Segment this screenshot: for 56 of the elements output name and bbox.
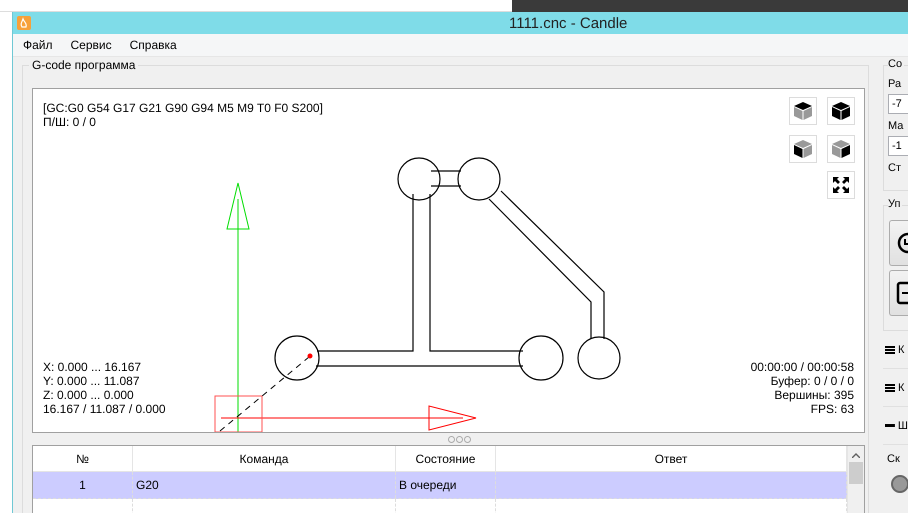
field-label: Ма — [888, 120, 904, 132]
table-row[interactable]: 1 G20 В очереди — [33, 472, 847, 499]
column-header[interactable]: № — [33, 446, 133, 471]
table-cell: G20 — [133, 472, 396, 498]
table-cell: В очереди — [396, 472, 496, 498]
stats-text: 00:00:00 / 00:00:58 — [750, 360, 854, 374]
section-title[interactable]: К — [898, 382, 904, 394]
scroll-up-icon[interactable] — [852, 453, 860, 458]
section-title[interactable]: К — [898, 344, 904, 356]
3d-viewer[interactable]: [GC:G0 G54 G17 G21 G90 G94 M5 M9 T0 F0 S200] П/Ш: 0 / 0 X: 0.000 ... 16.167 Y: 0.000 ... 11.087 Z: 0.000 ... 0.000 16.167 / 11.087 / 0.000 00:00:00 / 00:00:58 Буфер: 0 / 0 / 0 Вершины: 395 FPS: 63 — [32, 88, 865, 433]
bounds-text: X: 0.000 ... 16.167 — [43, 360, 142, 374]
table-cell: 1 — [33, 472, 133, 498]
stats-text: Вершины: 395 — [773, 388, 854, 402]
view-button[interactable] — [789, 135, 817, 163]
control-button[interactable] — [889, 220, 908, 266]
menu-item[interactable]: Файл — [19, 38, 61, 52]
tool-box — [214, 396, 262, 432]
status-text: [GC:G0 G54 G17 G21 G90 G94 M5 M9 T0 F0 S200] — [43, 101, 323, 115]
section-title[interactable]: Ш — [898, 420, 908, 432]
stats-text: Буфер: 0 / 0 / 0 — [770, 374, 854, 388]
group-title: G-code программа — [29, 58, 138, 72]
menu-item[interactable]: Сервис — [66, 38, 120, 52]
stats-text: FPS: 63 — [810, 402, 854, 416]
circle-icon — [896, 232, 908, 254]
status-label: Ст — [888, 162, 902, 174]
cube-view-icon — [831, 139, 851, 159]
field-label: Ра — [888, 78, 902, 90]
bounds-text: 16.167 / 11.087 / 0.000 — [43, 402, 166, 416]
column-header[interactable]: Состояние — [396, 446, 496, 471]
slider-knob[interactable] — [891, 475, 908, 493]
bounds-text: Y: 0.000 ... 11.087 — [43, 374, 141, 388]
column-header[interactable]: Команда — [133, 446, 396, 471]
square-icon — [896, 281, 908, 305]
scrollbar-thumb[interactable] — [849, 462, 863, 484]
menu-item[interactable]: Справка — [126, 38, 185, 52]
view-button[interactable] — [827, 135, 855, 163]
menu-icon[interactable] — [885, 344, 895, 354]
expand-icon — [832, 176, 850, 194]
field-label: Ск — [887, 453, 901, 465]
cube-view-icon — [793, 101, 813, 121]
view-button[interactable] — [789, 97, 817, 125]
group-title: Уп — [888, 198, 902, 210]
menu-icon[interactable] — [885, 382, 895, 392]
cube-view-icon — [793, 139, 813, 159]
cube-view-icon — [831, 101, 851, 121]
status-text: П/Ш: 0 / 0 — [43, 115, 97, 129]
flame-icon — [17, 16, 31, 30]
control-button[interactable] — [889, 270, 908, 316]
input-field[interactable]: -7 — [888, 94, 908, 114]
window-title: 1111.cnc - Candle — [509, 14, 628, 32]
group-title: Со — [888, 58, 904, 70]
bounds-text: Z: 0.000 ... 0.000 — [43, 388, 135, 402]
fit-view-button[interactable] — [827, 171, 855, 199]
input-field[interactable]: -1 — [888, 136, 908, 156]
tool-position-dot — [308, 354, 312, 358]
view-button[interactable] — [827, 97, 855, 125]
